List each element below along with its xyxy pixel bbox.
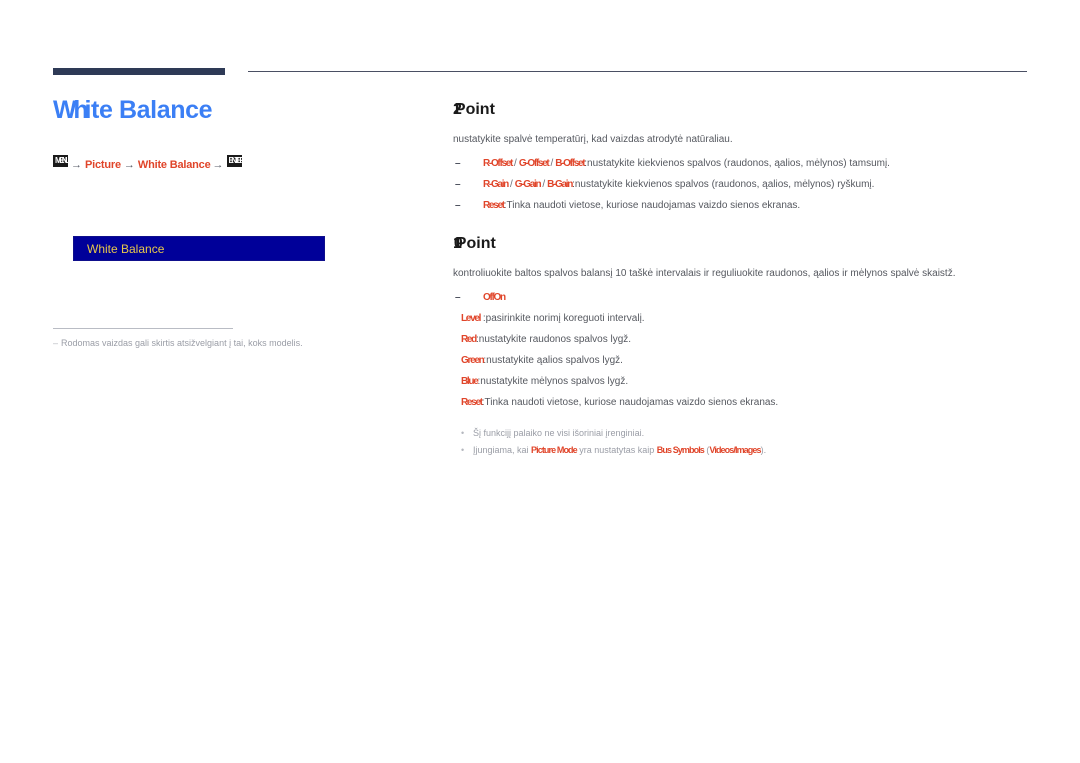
footnote-divider: [53, 328, 233, 329]
bullet-green: Green:nustatykite ąalios spalvos lygž.: [453, 354, 1033, 368]
osd-preview-panel: White Balance: [73, 236, 325, 261]
note-bus-symbols-label[interactable]: Bus Symbols: [657, 444, 705, 457]
note-picture-mode-post-close: ).: [760, 445, 767, 455]
note-picture-mode: • Įjungiama, kai Picture Mode yra nustaty…: [453, 444, 1033, 457]
right-column: 2Point nustatykite spalvė temperatūrį, k…: [453, 100, 1033, 461]
bullet-red: Red:nustatykite raudonos spalvos lygž.: [453, 333, 1033, 347]
notes-gap: [453, 417, 1033, 427]
slash-sep: /: [514, 158, 517, 169]
note-picture-mode-label[interactable]: Picture Mode: [531, 444, 578, 457]
option-reset-description: :Tinka naudoti vietose, kuriose naudojam…: [503, 200, 801, 211]
option-g-offset[interactable]: G-Offset: [519, 157, 550, 171]
note-external-devices-text: Šį funkcijį palaiko ne visi išoriniai įr…: [473, 428, 645, 438]
option-level[interactable]: Level: [461, 312, 481, 326]
option-level-description: :pasirinkite norimį koreguoti intervalį.: [480, 313, 645, 324]
note-marker: •: [461, 445, 465, 455]
note-marker: •: [461, 428, 465, 438]
enter-icon: ENTER: [226, 154, 242, 167]
option-blue-description: :nustatykite mėlynos spalvos lygž.: [477, 376, 629, 387]
section-2-point-number: 2: [453, 101, 461, 118]
note-picture-mode-mid: yra nustatytas kaip: [576, 445, 657, 455]
left-footnote: – Rodomas vaizdas gali skirtis atsižvelgi…: [53, 337, 383, 349]
section-2-point-word: Point: [454, 101, 495, 118]
slash-sep: /: [542, 179, 546, 190]
section-10-point-word: Point: [455, 235, 496, 252]
page-title: White Balance: [53, 96, 413, 125]
option-blue[interactable]: Blue: [461, 375, 479, 389]
bullet-marker: –: [455, 179, 460, 190]
breadcrumb-item-picture[interactable]: Picture: [85, 159, 121, 171]
bullet-marker: –: [455, 292, 460, 303]
section-heading-10-point: 10Point: [453, 234, 1033, 253]
slash-sep: /: [550, 158, 554, 169]
bullet-offset: – R-Offset / G-Offset / B-Offset:nustatykite …: [453, 157, 1033, 171]
breadcrumb-separator-1: →: [71, 158, 82, 171]
option-g-gain[interactable]: G-Gain: [515, 178, 542, 192]
breadcrumb: MENU → Picture → White Balance → ENTER: [53, 154, 413, 171]
breadcrumb-separator-2: →: [123, 158, 135, 171]
footnote-marker: –: [53, 338, 59, 348]
bullet-gain: – R-Gain / G-Gain / B-Gain:nustatykite kiekvi…: [453, 178, 1033, 192]
option-green[interactable]: Green: [461, 354, 485, 368]
section-2-point-intro: nustatykite spalvė temperatūrį, kad vaiz…: [453, 134, 733, 145]
option-reset-10point-description: :Tinka naudoti vietose, kuriose naudojam…: [481, 397, 779, 408]
option-red[interactable]: Red: [461, 333, 477, 347]
bullet-off-on: – OffOn: [453, 291, 1033, 305]
header-accent-bar: [53, 68, 225, 75]
option-r-offset[interactable]: R-Offset: [483, 157, 513, 171]
option-red-description: :nustatykite raudonos spalvos lygž.: [476, 334, 632, 345]
note-picture-mode-pre: Įjungiama, kai: [473, 445, 532, 455]
option-on[interactable]: On: [494, 291, 507, 305]
header-rules: [0, 0, 1080, 80]
bullet-reset-2point: – Reset:Tinka naudoti vietose, kuriose na…: [453, 199, 1033, 213]
slash-sep: /: [509, 179, 513, 190]
header-divider-line: [248, 71, 1027, 72]
bullet-blue: Blue:nustatykite mėlynos spalvos lygž.: [453, 375, 1033, 389]
bullet-level: Level :pasirinkite norimį koreguoti inte…: [453, 312, 1033, 326]
page-title-rest: ite Balance: [84, 96, 213, 124]
option-reset[interactable]: Reset: [483, 199, 505, 213]
section-10-point-intro: kontroliuokite baltos spalvos balansį 10…: [453, 268, 956, 279]
footnote-text: Rodomas vaizdas gali skirtis atsižvelgia…: [61, 338, 303, 348]
bullet-reset-10point: Reset:Tinka naudoti vietose, kuriose nau…: [453, 396, 1033, 410]
bullet-marker: –: [455, 200, 460, 211]
section-heading-2-point: 2Point: [453, 100, 1033, 119]
option-b-gain[interactable]: B-Gain: [547, 178, 573, 192]
section-10-point-number: 10: [453, 235, 462, 252]
option-gain-description: :nustatykite kiekvienos spalvos (raudono…: [572, 179, 875, 190]
osd-item-white-balance[interactable]: White Balance: [87, 242, 164, 256]
option-green-description: :nustatykite ąalios spalvos lygž.: [483, 355, 623, 366]
breadcrumb-separator-3: →: [212, 158, 224, 171]
option-offset-description: :nustatykite kiekvienos spalvos (raudono…: [584, 158, 890, 169]
note-videos-images-label[interactable]: Videos/Images: [709, 444, 761, 457]
page-title-lead: Wh: [53, 96, 89, 124]
option-r-gain[interactable]: R-Gain: [483, 178, 509, 192]
note-external-devices: • Šį funkcijį palaiko ne visi išoriniai į…: [453, 427, 1033, 440]
bullet-marker: –: [455, 158, 460, 169]
option-off[interactable]: Off: [483, 291, 495, 305]
option-b-offset[interactable]: B-Offset: [555, 157, 585, 171]
left-column: White Balance MENU → Picture → White Balance…: [53, 96, 413, 171]
option-reset-10point[interactable]: Reset: [461, 396, 483, 410]
breadcrumb-item-white-balance[interactable]: White Balance: [138, 159, 211, 171]
menu-icon: MENU: [53, 154, 68, 167]
